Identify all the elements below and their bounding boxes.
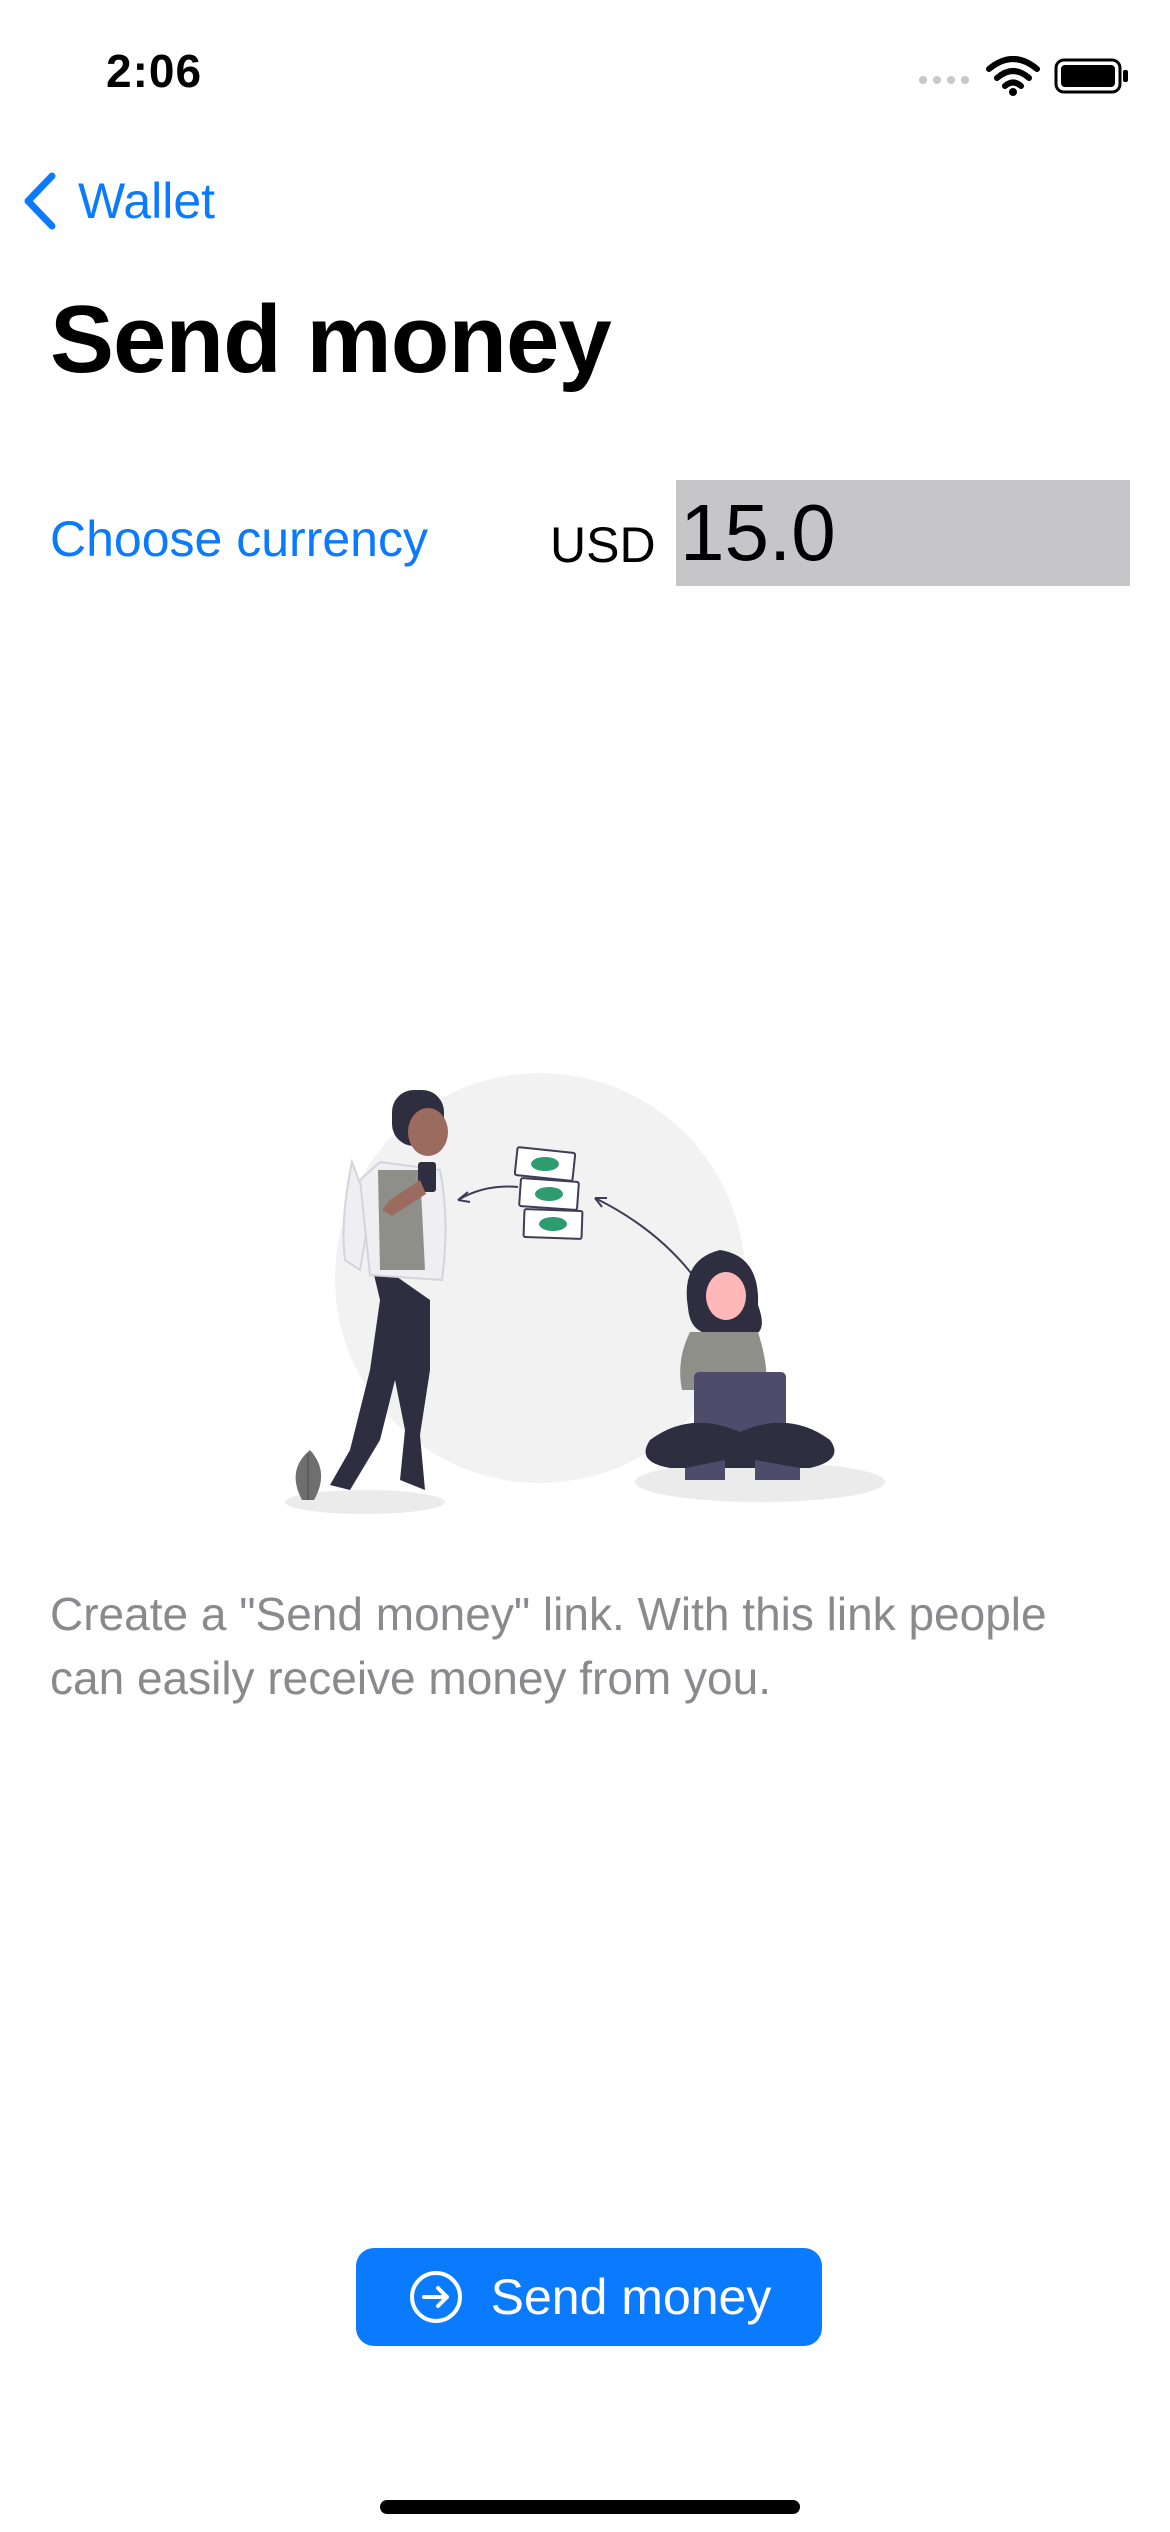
send-money-illustration xyxy=(285,1073,885,1514)
wifi-icon xyxy=(986,56,1040,96)
back-button-label: Wallet xyxy=(78,173,216,229)
cellular-signal-icon xyxy=(919,76,969,84)
chevron-left-icon xyxy=(24,172,56,230)
send-money-button[interactable]: Send money xyxy=(356,2248,822,2346)
currency-code: USD xyxy=(550,517,656,573)
status-time: 2:06 xyxy=(106,45,203,97)
page-title: Send money xyxy=(50,286,612,393)
back-button[interactable]: Wallet xyxy=(22,172,215,230)
arrow-right-circle-icon xyxy=(409,2271,462,2323)
currency-row: Choose currency USD xyxy=(50,478,1130,588)
send-money-button-label: Send money xyxy=(490,2269,772,2325)
status-bar: 2:06 xyxy=(0,0,1170,150)
description-text: Create a "Send money" link. With this li… xyxy=(50,1588,1047,1704)
choose-currency-button[interactable]: Choose currency xyxy=(50,510,428,568)
amount-input[interactable] xyxy=(676,480,1130,586)
home-indicator[interactable] xyxy=(380,2500,800,2514)
status-icons xyxy=(918,56,1130,96)
battery-icon xyxy=(1054,58,1128,94)
